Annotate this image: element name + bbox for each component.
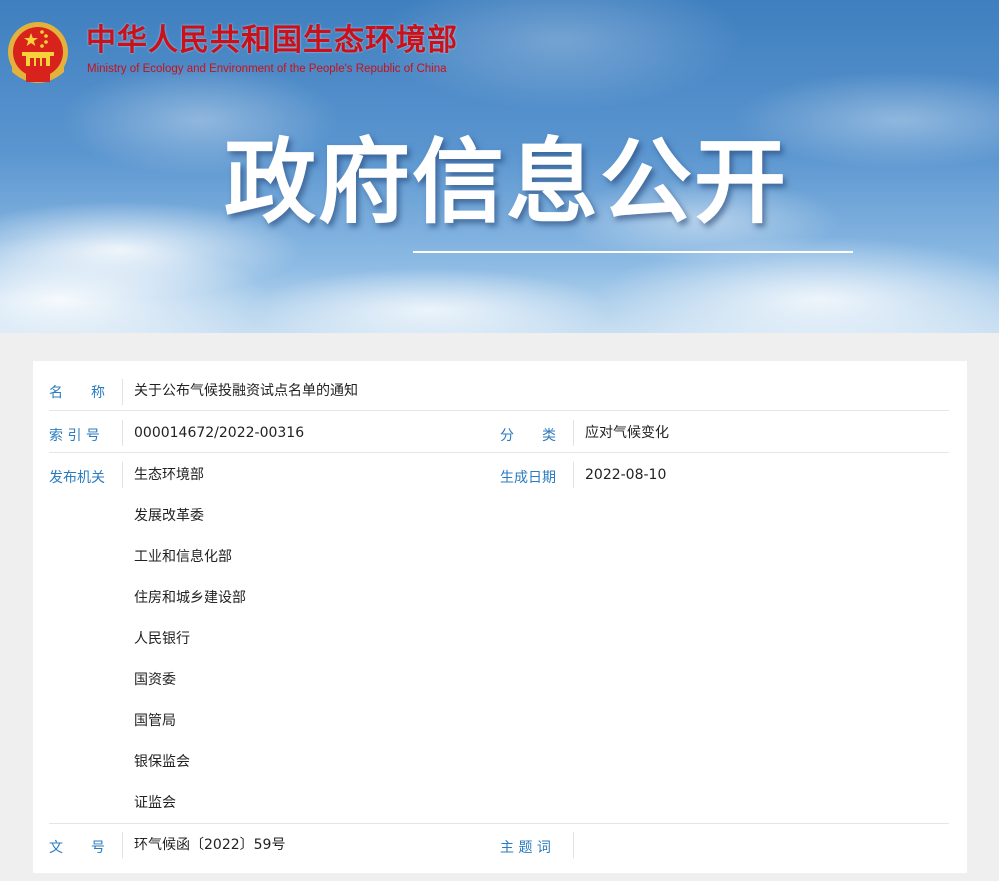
row-issuer: 发布机关 生态环境部 发展改革委 工业和信息化部 住房和城乡建设部 人民银行 国… <box>49 454 949 824</box>
keywords-label: 主 题 词 <box>500 840 551 856</box>
row-divider <box>573 832 574 858</box>
name-value: 关于公布气候投融资试点名单的通知 <box>134 383 358 399</box>
row-divider <box>573 462 574 488</box>
page-title: 政府信息公开 <box>224 129 789 236</box>
info-table: 名 称 关于公布气候投融资试点名单的通知 索 引 号 000014672/202… <box>33 361 967 873</box>
issuer-item: 人民银行 <box>134 631 190 647</box>
date-label: 生成日期 <box>500 470 556 486</box>
issuer-item: 国管局 <box>134 713 176 729</box>
doc-no-value: 环气候函〔2022〕59号 <box>134 837 286 853</box>
org-name-cn: 中华人民共和国生态环境部 <box>86 23 458 58</box>
row-divider <box>122 462 123 488</box>
row-divider <box>122 379 123 405</box>
index-value: 000014672/2022-00316 <box>134 425 305 441</box>
org-name-en: Ministry of Ecology and Environment of t… <box>87 63 447 75</box>
name-label: 名 称 <box>49 385 105 401</box>
national-emblem-icon <box>8 22 68 83</box>
index-label: 索 引 号 <box>49 428 100 444</box>
row-divider <box>122 420 123 446</box>
row-divider <box>122 832 123 858</box>
header-banner: 中华人民共和国生态环境部 Ministry of Ecology and Env… <box>0 0 999 333</box>
issuer-item: 银保监会 <box>134 754 190 770</box>
issuer-item: 住房和城乡建设部 <box>134 590 246 606</box>
category-value: 应对气候变化 <box>585 425 669 441</box>
row-index: 索 引 号 000014672/2022-00316 分 类 应对气候变化 <box>49 412 949 453</box>
issuer-item: 发展改革委 <box>134 508 204 524</box>
title-underline <box>413 251 853 253</box>
issuer-item: 证监会 <box>134 795 176 811</box>
date-value: 2022-08-10 <box>585 467 667 483</box>
issuer-label: 发布机关 <box>49 470 105 486</box>
row-name: 名 称 关于公布气候投融资试点名单的通知 <box>49 373 949 411</box>
category-label: 分 类 <box>500 428 556 444</box>
issuer-item: 工业和信息化部 <box>134 549 232 565</box>
row-divider <box>573 420 574 446</box>
issuer-item: 国资委 <box>134 672 176 688</box>
doc-no-label: 文 号 <box>49 840 105 856</box>
row-doc-no: 文 号 环气候函〔2022〕59号 主 题 词 <box>49 825 949 867</box>
issuer-item: 生态环境部 <box>134 467 204 483</box>
